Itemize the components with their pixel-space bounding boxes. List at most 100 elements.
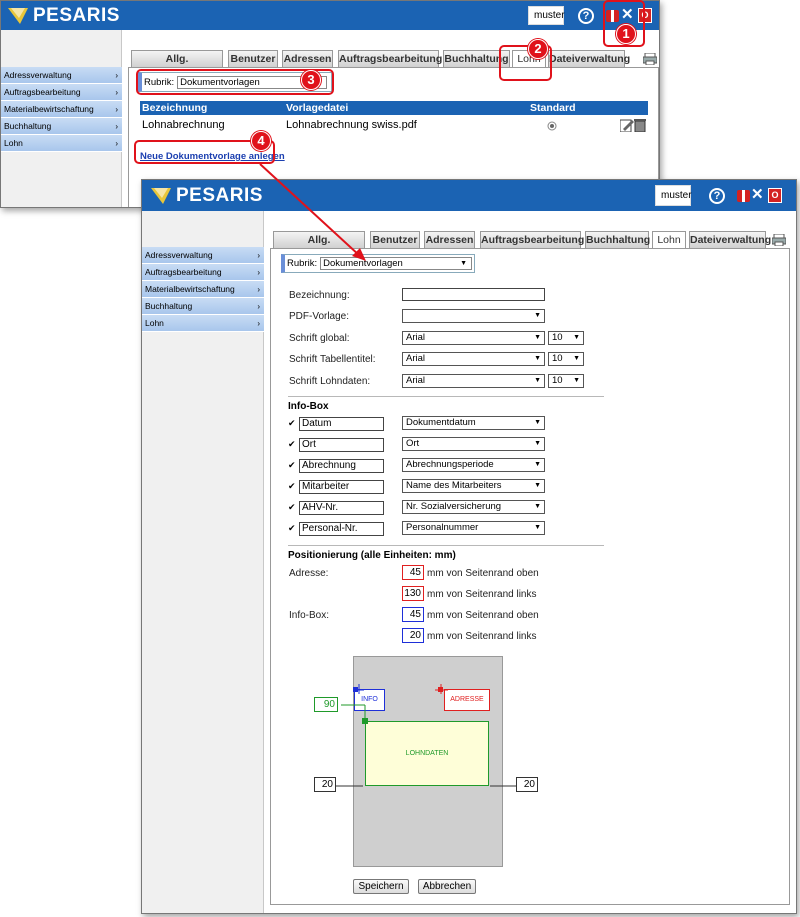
infobox-ahv-label-input[interactable]: AHV-Nr. [299,501,384,515]
infobox-ort-select[interactable]: Ort ▼ [402,437,545,451]
tab-auftragsbearbeitung[interactable]: Auftragsbearbeitung [480,231,584,248]
tab-benutzer[interactable]: Benutzer [370,231,420,248]
user-badge[interactable]: muster [655,185,692,206]
dropdown-arrow-icon: ▼ [534,503,541,510]
position-title: Positionierung (alle Einheiten: mm) [288,550,456,561]
sidebar-item-materialbewirtschaftung[interactable]: Materialbewirtschaftung › [142,281,264,298]
row-bezeichnung: Lohnabrechnung [142,119,225,131]
infobox-ort-label-input[interactable]: Ort [299,438,384,452]
cancel-button[interactable]: Abbrechen [418,879,476,894]
printer-icon[interactable] [643,53,657,65]
chevron-right-icon: › [115,121,118,131]
tab-dateiverwaltung[interactable]: Dateiverwaltung [548,50,630,67]
logout-icon[interactable]: O [768,188,782,203]
schrift-global-size-select[interactable]: 10 ▼ [548,331,584,345]
row-datei: Lohnabrechnung swiss.pdf [286,119,417,131]
dropdown-arrow-icon: ▼ [534,355,541,362]
infobox-mitarbeiter-checkbox[interactable]: ✔ [288,482,297,491]
infobox-title: Info-Box [288,401,329,412]
callout-1: 1 [616,24,636,44]
tab-allg-einstellungen[interactable]: Allg. Einstellungen [131,50,223,81]
printer-icon[interactable] [772,234,786,246]
infobox-top-input[interactable]: 45 [402,607,424,622]
infobox-ahv-select[interactable]: Nr. Sozialversicherung ▼ [402,500,545,514]
sidebar-item-materialbewirtschaftung[interactable]: Materialbewirtschaftung › [1,101,122,118]
tab-adressen[interactable]: Adressen [424,231,475,248]
dropdown-arrow-icon: ▼ [534,334,541,341]
dropdown-arrow-icon: ▼ [460,260,468,267]
infobox-ort-checkbox[interactable]: ✔ [288,440,297,449]
divider [288,545,604,546]
logo-icon [8,8,28,24]
infobox-personal-checkbox[interactable]: ✔ [288,524,297,533]
infobox-datum-select[interactable]: Dokumentdatum ▼ [402,416,545,430]
dropdown-arrow-icon: ▼ [534,482,541,489]
settings-tools-icon[interactable]: ✕ [751,185,764,203]
dropdown-arrow-icon: ▼ [534,312,541,319]
bezeichnung-label: Bezeichnung: [289,290,350,301]
chevron-right-icon: › [115,87,118,97]
news-icon[interactable] [737,190,750,202]
adresse-top-unit: mm von Seitenrand oben [427,568,539,579]
sidebar-item-buchhaltung[interactable]: Buchhaltung › [1,118,122,135]
tab-auftragsbearbeitung[interactable]: Auftragsbearbeitung [338,50,442,67]
infobox-abrechnung-select[interactable]: Abrechnungsperiode ▼ [402,458,545,472]
logo-icon [151,188,171,204]
help-icon[interactable]: ? [578,8,594,24]
chevron-right-icon: › [257,301,260,311]
chevron-right-icon: › [257,267,260,277]
callout-2: 2 [528,39,548,59]
sidebar-item-auftragsbearbeitung[interactable]: Auftragsbearbeitung › [142,264,264,281]
tab-benutzer[interactable]: Benutzer [228,50,278,67]
infobox-abrechnung-label-input[interactable]: Abrechnung [299,459,384,473]
infobox-personal-select[interactable]: Personalnummer ▼ [402,521,545,535]
user-badge[interactable]: muster [528,6,565,25]
edit-icon[interactable] [620,118,634,132]
tab-buchhaltung[interactable]: Buchhaltung [585,231,650,248]
sidebar-item-auftragsbearbeitung[interactable]: Auftragsbearbeitung › [1,84,122,101]
save-button[interactable]: Speichern [353,879,409,894]
tab-adressen[interactable]: Adressen [282,50,333,67]
dropdown-arrow-icon: ▼ [573,334,580,341]
brand-name: PESARIS [176,185,263,206]
infobox-abrechnung-checkbox[interactable]: ✔ [288,461,297,470]
schrift-lohndaten-size-select[interactable]: 10 ▼ [548,374,584,388]
sidebar: Adressverwaltung › Auftragsbearbeitung › M… [142,211,264,913]
preview-top-offset: 90 [314,697,338,712]
schrift-lohndaten-font-select[interactable]: Arial ▼ [402,374,545,388]
adresse-top-input[interactable]: 45 [402,565,424,580]
infobox-ahv-checkbox[interactable]: ✔ [288,503,297,512]
pdf-vorlage-select[interactable]: ▼ [402,309,545,323]
chevron-right-icon: › [115,104,118,114]
infobox-datum-checkbox[interactable]: ✔ [288,419,297,428]
tab-lohn[interactable]: Lohn [652,231,686,249]
infobox-mitarbeiter-select[interactable]: Name des Mitarbeiters ▼ [402,479,545,493]
infobox-left-input[interactable]: 20 [402,628,424,643]
schrift-tabellentitel-font-select[interactable]: Arial ▼ [402,352,545,366]
dropdown-arrow-icon: ▼ [534,461,541,468]
bezeichnung-input[interactable] [402,288,545,301]
delete-icon[interactable] [634,118,646,132]
infobox-datum-label-input[interactable]: Datum [299,417,384,431]
dropdown-arrow-icon: ▼ [534,377,541,384]
schrift-global-font-select[interactable]: Arial ▼ [402,331,545,345]
adresse-left-input[interactable]: 130 [402,586,424,601]
schrift-tabellentitel-size-select[interactable]: 10 ▼ [548,352,584,366]
tab-dateiverwaltung[interactable]: Dateiverwaltung [689,231,771,248]
infobox-top-unit: mm von Seitenrand oben [427,610,539,621]
col-vorlagedatei: Vorlagedatei [286,102,349,114]
chevron-right-icon: › [115,70,118,80]
sidebar-item-adressverwaltung[interactable]: Adressverwaltung › [1,67,122,84]
app-window-form: PESARIS muster ? ✕ O Adressverwaltung › A… [141,179,797,914]
infobox-mitarbeiter-label-input[interactable]: Mitarbeiter [299,480,384,494]
app-header: PESARIS muster ? ✕ O [1,1,659,30]
schrift-global-label: Schrift global: [289,333,350,344]
sidebar-item-lohn[interactable]: Lohn › [142,315,264,332]
sidebar-item-buchhaltung[interactable]: Buchhaltung › [142,298,264,315]
sidebar-item-lohn[interactable]: Lohn › [1,135,122,152]
arrow-pointer [259,163,366,261]
standard-radio[interactable] [547,121,557,131]
sidebar-item-adressverwaltung[interactable]: Adressverwaltung › [142,247,264,264]
infobox-personal-label-input[interactable]: Personal-Nr. [299,522,384,536]
help-icon[interactable]: ? [709,188,725,204]
